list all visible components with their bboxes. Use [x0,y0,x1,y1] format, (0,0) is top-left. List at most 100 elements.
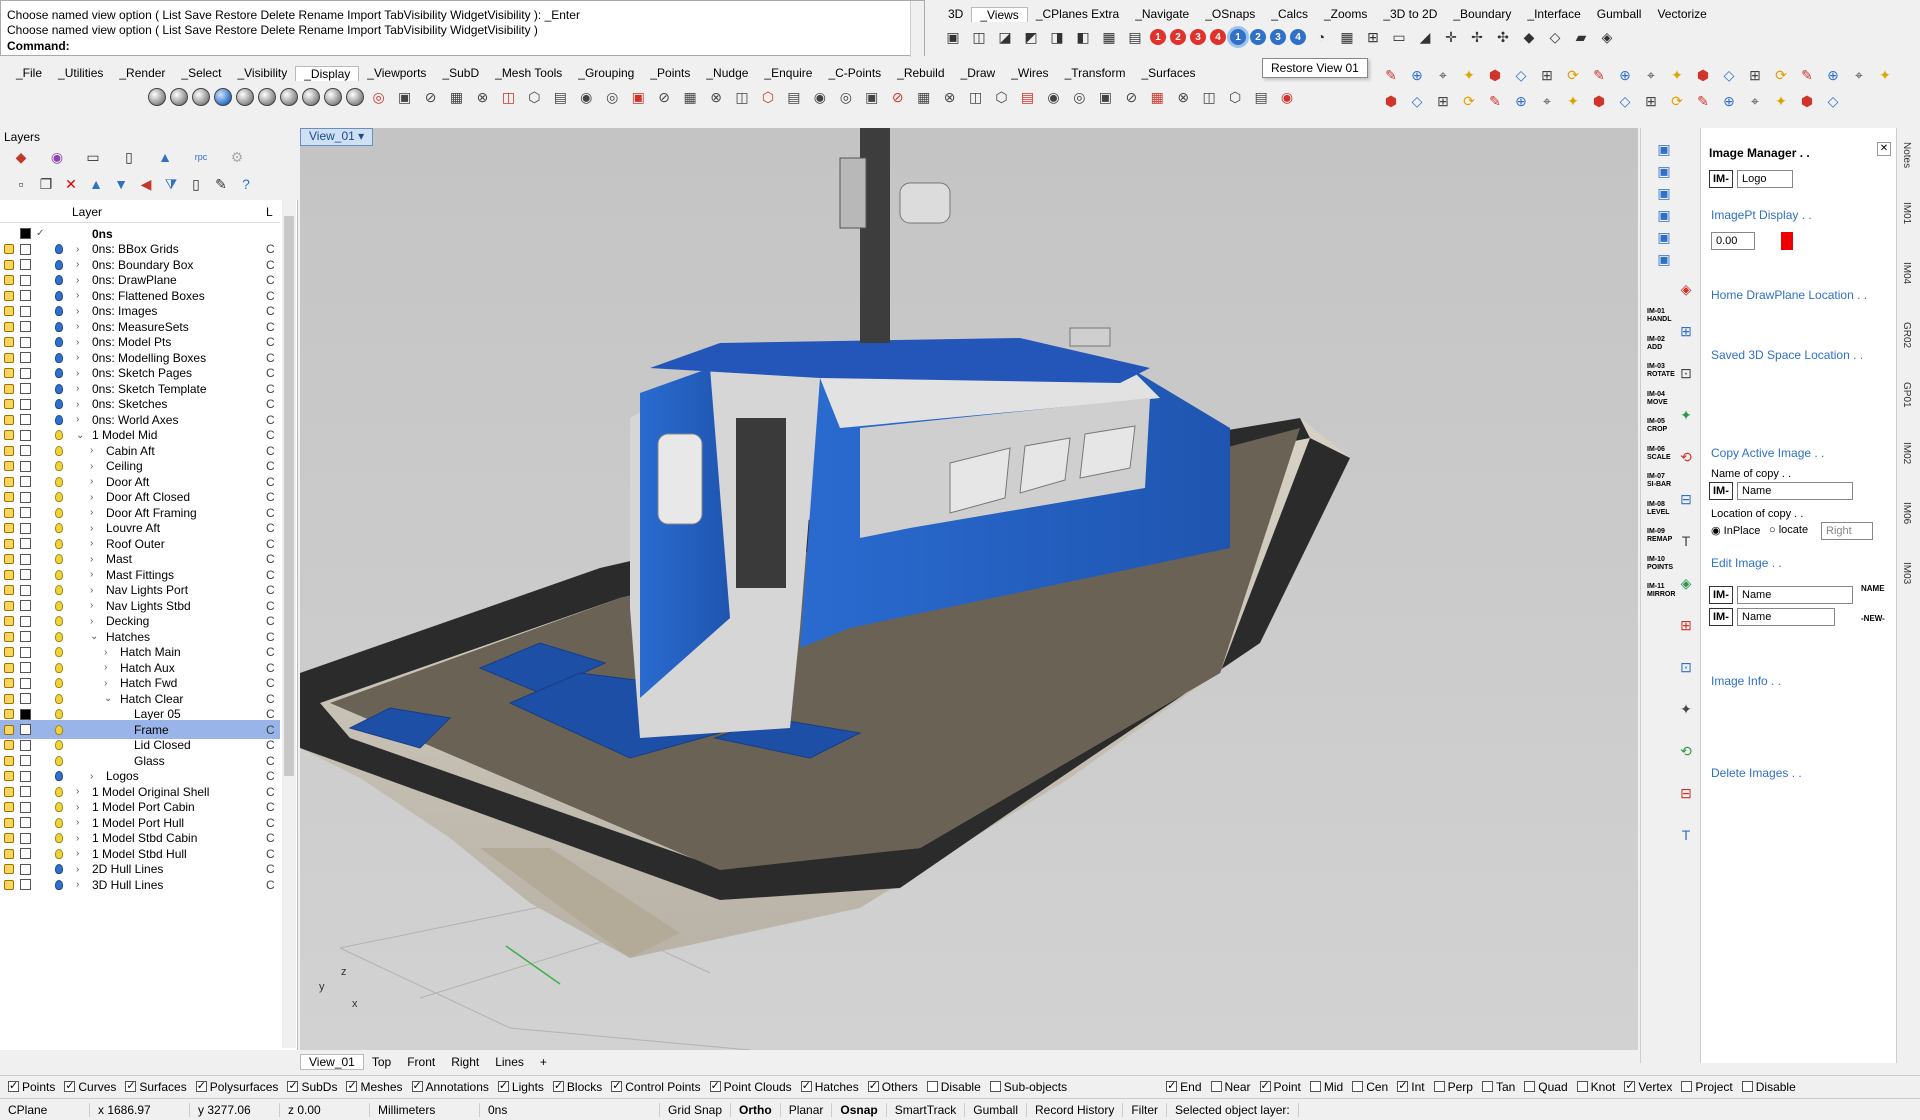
visibility-bulb-icon[interactable] [55,631,63,642]
top-tab[interactable]: _Boundary [1445,7,1519,21]
layer-color-swatch[interactable] [20,259,31,270]
visibility-bulb-icon[interactable] [55,786,63,797]
new-sublayer-icon[interactable]: ❐ [35,173,57,195]
view-tool-icon[interactable]: ▦ [1336,26,1358,48]
display-tool-icon[interactable]: ◫ [1198,86,1220,108]
lock-icon[interactable] [4,771,14,781]
close-icon[interactable]: ✕ [1877,142,1891,156]
layer-color-swatch[interactable] [20,522,31,534]
logo-field[interactable]: Logo [1737,170,1793,188]
checkbox-box[interactable] [989,1081,1001,1092]
expand-chevron-right-icon[interactable]: › [76,306,79,317]
image-tool-button[interactable]: IM-07 SI-BAR [1647,473,1673,489]
layer-color-swatch[interactable] [20,662,31,673]
expand-chevron-right-icon[interactable]: › [90,445,93,456]
visibility-bulb-icon[interactable] [55,879,63,890]
lock-icon[interactable] [4,864,14,874]
checkbox-box[interactable] [64,1079,76,1092]
layer-color-swatch[interactable] [20,879,31,890]
layer-color-swatch[interactable] [20,352,31,363]
expand-chevron-right-icon[interactable]: › [76,817,79,828]
restore-view-button[interactable]: 4 [1290,29,1306,45]
status-z[interactable]: z 0.00 [280,1102,370,1117]
image-tool-icon[interactable]: ▣ [1653,182,1675,204]
expand-chevron-right-icon[interactable]: › [90,461,93,472]
image-tool-button[interactable]: IM-06 SCALE [1647,446,1673,462]
layer-color-swatch[interactable] [20,848,31,859]
checkbox-box[interactable] [1309,1081,1321,1092]
lock-icon[interactable] [4,383,14,394]
save-view-button[interactable]: 1 [1150,29,1166,45]
expand-chevron-down-icon[interactable]: ⌄ [76,430,84,441]
osnap-checkbox[interactable]: Knot [1576,1080,1615,1094]
right-tool-icon[interactable]: ⊕ [1718,90,1740,112]
expand-chevron-right-icon[interactable]: › [76,259,79,270]
lock-icon[interactable] [4,585,14,595]
filter-checkbox[interactable]: Hatches [800,1079,859,1094]
layer-color-swatch[interactable] [20,538,31,549]
right-tool-icon[interactable]: ✦ [1458,64,1480,86]
visibility-bulb-icon[interactable] [55,693,63,704]
viewport-title-tab[interactable]: View_01 ▾ [300,128,374,146]
view-tab[interactable]: Top [364,1055,399,1069]
command-area[interactable]: Choose named view option ( List Save Res… [0,0,925,57]
expand-chevron-right-icon[interactable]: › [76,414,79,425]
visibility-bulb-icon[interactable] [55,461,63,471]
view-tool-icon[interactable]: ◫ [968,26,990,48]
visibility-bulb-icon[interactable] [55,507,63,518]
status-record-history[interactable]: Record History [1027,1102,1124,1117]
viewport[interactable]: View_01 ▾ y z x [300,128,1638,1050]
display-tool-icon[interactable]: ▦ [679,86,701,108]
display-tool-icon[interactable]: ▦ [446,86,468,108]
expand-chevron-right-icon[interactable]: › [76,864,79,875]
expand-chevron-right-icon[interactable]: › [76,368,79,379]
notifications-icon[interactable]: ▲ [154,146,176,168]
image-tool-icon[interactable]: ▣ [1653,160,1675,182]
add-view-tab-button[interactable]: + [532,1055,555,1069]
checkbox-box[interactable] [1576,1081,1588,1092]
view-tool-icon[interactable]: ▦ [1098,26,1120,48]
layer-color-swatch[interactable] [20,863,31,875]
display-mode-icon[interactable] [148,88,166,106]
right-tool-icon[interactable]: ⊞ [1744,64,1766,86]
lock-icon[interactable] [4,321,14,332]
display-tool-icon[interactable]: ▣ [394,86,416,108]
right-tool-icon[interactable]: ⊕ [1614,64,1636,86]
delete-images-heading[interactable]: Delete Images . . [1711,766,1802,780]
display-tool-icon[interactable]: ◉ [809,86,831,108]
checkbox-box[interactable] [867,1079,879,1092]
right-tool-icon[interactable]: ✎ [1380,64,1402,86]
display-mode-icon[interactable] [169,88,188,106]
visibility-bulb-icon[interactable] [55,476,63,487]
visibility-bulb-icon[interactable] [55,275,63,285]
osnap-checkbox[interactable]: Disable [1741,1080,1796,1094]
display-tool-icon[interactable]: ⊘ [1120,86,1142,108]
display-tool-icon[interactable]: ⊘ [887,86,909,108]
restore-view-button[interactable]: 2 [1250,29,1266,45]
checkbox-box[interactable] [1210,1081,1222,1092]
checkbox-box[interactable] [497,1079,509,1092]
lock-icon[interactable] [4,414,14,425]
layer-color-swatch[interactable] [20,677,31,689]
lock-icon[interactable] [4,275,14,285]
checkbox-box[interactable] [800,1079,812,1092]
visibility-bulb-icon[interactable] [55,554,63,564]
saved-3d-heading[interactable]: Saved 3D Space Location . . [1711,348,1863,362]
visibility-bulb-icon[interactable] [55,569,63,580]
right-tool-icon[interactable]: ✎ [1588,64,1610,86]
view-tool-icon[interactable]: ◢ [1414,26,1436,48]
osnap-checkbox[interactable]: Point [1259,1079,1301,1094]
main-tab[interactable]: _Utilities [50,66,111,80]
layer-color-swatch[interactable] [20,708,31,720]
expand-chevron-right-icon[interactable]: › [76,383,79,394]
view-tool-icon[interactable]: ◇ [1544,26,1566,48]
visibility-bulb-icon[interactable] [55,383,63,394]
layer-row[interactable]: › 3D Hull Lines C [0,875,280,894]
image-tool-button[interactable]: IM-08 LEVEL [1647,501,1673,517]
display-tool-icon[interactable]: ▤ [783,86,805,108]
display-mode-icon[interactable] [301,88,320,106]
checkbox-box[interactable] [1481,1081,1493,1092]
display-tool-icon[interactable]: ⬡ [757,86,779,108]
image-tool-button[interactable]: IM-09 REMAP [1647,528,1673,544]
visibility-bulb-icon[interactable] [55,755,63,766]
